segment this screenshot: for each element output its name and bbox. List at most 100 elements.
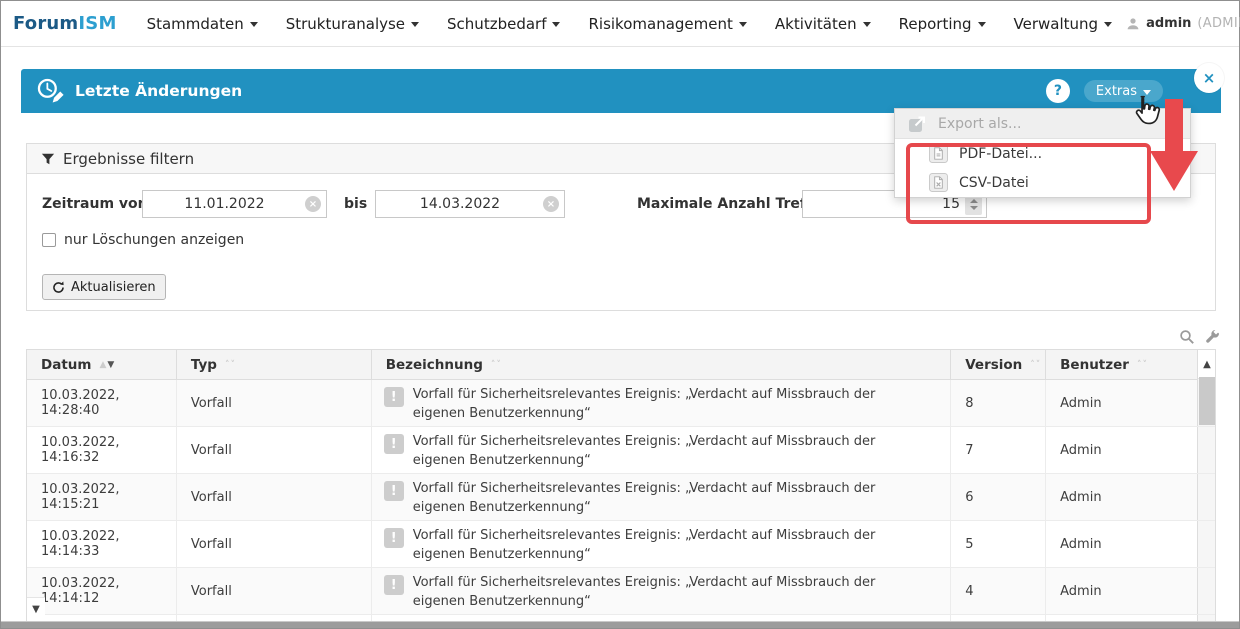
column-header-bezeichnung[interactable]: Bezeichnung˄˅ <box>372 350 952 379</box>
csv-file-icon <box>929 173 948 192</box>
menu-verwaltung[interactable]: Verwaltung <box>1000 15 1127 33</box>
scrollbar-track[interactable] <box>1197 568 1215 614</box>
incident-icon: ! <box>384 387 404 407</box>
chevron-down-icon <box>411 22 419 27</box>
menu-item-label: PDF-Datei... <box>959 146 1042 162</box>
cell-bezeichnung: !Vorfall für Sicherheitsrelevantes Ereig… <box>372 568 951 614</box>
sort-icons[interactable]: ˄˅ <box>225 360 236 370</box>
chevron-down-icon <box>552 22 560 27</box>
user-name: admin <box>1146 16 1191 31</box>
export-menu-header: Export als... <box>895 109 1190 139</box>
cell-datum: 10.03.2022, 14:16:32 <box>27 427 177 473</box>
table-header-row: Datum ▲▼ Typ ˄˅ Bezeichnung˄˅ Version ˄˅ Be… <box>27 350 1215 380</box>
menu-risikomanagement[interactable]: Risikomanagement <box>574 15 760 33</box>
cell-bezeichnung: !Vorfall für Sicherheitsrelevantes Ereig… <box>372 521 951 567</box>
menu-aktivitaeten[interactable]: Aktivitäten <box>761 15 885 33</box>
deletions-only-checkbox[interactable] <box>42 233 56 247</box>
to-date-input[interactable] <box>375 190 565 218</box>
close-icon: × <box>1203 69 1216 87</box>
sort-icons[interactable]: ˄˅ <box>1137 360 1148 370</box>
deletions-only-checkbox-row[interactable]: nur Löschungen anzeigen <box>42 232 244 248</box>
menu-label: Stammdaten <box>147 15 244 33</box>
sort-icons[interactable]: ˄˅ <box>491 360 502 370</box>
sort-icons[interactable]: ▲▼ <box>99 360 115 370</box>
cell-typ: Vorfall <box>177 521 372 567</box>
table-row[interactable]: 10.03.2022, 14:16:32 Vorfall ! Vorfall fü… <box>27 427 1215 474</box>
menu-label: Reporting <box>899 15 972 33</box>
scrollbar-track[interactable] <box>1197 474 1215 520</box>
scrollbar-thumb[interactable] <box>1199 377 1215 425</box>
step-down-icon[interactable] <box>970 206 978 210</box>
table-toolbar <box>1179 329 1220 345</box>
bezeichnung-text: Vorfall für Sicherheitsrelevantes Ereign… <box>413 574 895 612</box>
menu-strukturanalyse[interactable]: Strukturanalyse <box>272 15 433 33</box>
column-label: Version <box>965 357 1022 373</box>
incident-icon: ! <box>384 434 404 454</box>
filter-title: Ergebnisse filtern <box>63 150 194 168</box>
menu-label: Risikomanagement <box>588 15 732 33</box>
scroll-up-button[interactable]: ▲ <box>1198 350 1216 379</box>
bezeichnung-text: Vorfall für Sicherheitsrelevantes Ereign… <box>413 433 895 471</box>
user-menu[interactable]: admin (ADMINISTRATOR) <box>1126 16 1240 31</box>
table-row[interactable]: 10.03.2022, 14:14:33 Vorfall !Vorfall fü… <box>27 521 1215 568</box>
help-button[interactable]: ? <box>1046 79 1070 103</box>
to-date-label: bis <box>344 196 367 212</box>
cell-datum: 10.03.2022, 14:14:12 <box>27 568 177 614</box>
column-header-datum[interactable]: Datum ▲▼ <box>27 350 177 379</box>
top-navigation: ForumISM Stammdaten Strukturanalyse Schu… <box>1 1 1239 47</box>
bezeichnung-text: Vorfall für Sicherheitsrelevantes Ereign… <box>413 480 895 518</box>
chevron-down-icon <box>1143 90 1151 95</box>
column-label: Benutzer <box>1060 357 1129 373</box>
chevron-down-icon <box>739 22 747 27</box>
menu-item-csv-export[interactable]: CSV-Datei <box>895 168 1190 197</box>
column-header-typ[interactable]: Typ ˄˅ <box>177 350 372 379</box>
menu-item-pdf-export[interactable]: PDF-Datei... <box>895 139 1190 168</box>
window-bottom-edge <box>1 621 1239 628</box>
cell-version: 4 <box>951 568 1046 614</box>
table-row[interactable]: 10.03.2022, 14:15:21 Vorfall !Vorfall fü… <box>27 474 1215 521</box>
history-edit-icon <box>35 76 65 106</box>
scroll-down-button[interactable]: ▼ <box>27 597 45 621</box>
column-label: Datum <box>41 357 91 373</box>
cell-benutzer: Admin <box>1046 568 1197 614</box>
clear-to-date-icon[interactable]: × <box>543 196 559 212</box>
step-up-icon[interactable] <box>970 199 978 203</box>
clear-from-date-icon[interactable]: × <box>305 196 321 212</box>
cell-version: 7 <box>951 427 1046 473</box>
scrollbar-track[interactable] <box>1197 427 1215 473</box>
max-results-label: Maximale Anzahl Treffer <box>637 196 828 212</box>
cell-version: 8 <box>951 380 1046 426</box>
cell-datum: 10.03.2022, 14:15:21 <box>27 474 177 520</box>
app-logo[interactable]: ForumISM <box>13 13 117 34</box>
deletions-only-label: nur Löschungen anzeigen <box>64 232 244 248</box>
main-menu: Stammdaten Strukturanalyse Schutzbedarf … <box>133 15 1127 33</box>
refresh-button[interactable]: Aktualisieren <box>42 274 166 300</box>
cell-datum: 10.03.2022, 14:14:33 <box>27 521 177 567</box>
cell-typ: Vorfall <box>177 568 372 614</box>
column-header-version[interactable]: Version ˄˅ <box>951 350 1046 379</box>
close-panel-button[interactable]: × <box>1194 63 1224 93</box>
from-date-input[interactable] <box>142 190 327 218</box>
cell-benutzer: Admin <box>1046 521 1197 567</box>
scrollbar-track[interactable] <box>1197 380 1215 426</box>
table-row[interactable]: 10.03.2022, 14:28:40 Vorfall !Vorfall fü… <box>27 380 1215 427</box>
menu-reporting[interactable]: Reporting <box>885 15 1000 33</box>
menu-stammdaten[interactable]: Stammdaten <box>133 15 272 33</box>
sort-icons[interactable]: ˄˅ <box>1030 360 1041 370</box>
column-header-benutzer[interactable]: Benutzer ˄˅ <box>1046 350 1197 379</box>
max-results-value: 15 <box>942 196 960 212</box>
table-row[interactable]: 10.03.2022, 14:14:12 Vorfall !Vorfall fü… <box>27 568 1215 615</box>
refresh-label: Aktualisieren <box>71 280 156 295</box>
extras-button[interactable]: Extras <box>1084 80 1163 102</box>
table-search-icon[interactable] <box>1179 329 1195 345</box>
cell-typ: Vorfall <box>177 427 372 473</box>
menu-label: Schutzbedarf <box>447 15 546 33</box>
cell-bezeichnung: !Vorfall für Sicherheitsrelevantes Ereig… <box>372 380 951 426</box>
menu-schutzbedarf[interactable]: Schutzbedarf <box>433 15 574 33</box>
scrollbar-track[interactable] <box>1197 521 1215 567</box>
table-settings-wrench-icon[interactable] <box>1204 329 1220 345</box>
column-label: Typ <box>191 357 217 373</box>
user-icon <box>1126 17 1140 31</box>
export-menu-label: Export als... <box>938 116 1021 132</box>
cell-benutzer: Admin <box>1046 380 1197 426</box>
